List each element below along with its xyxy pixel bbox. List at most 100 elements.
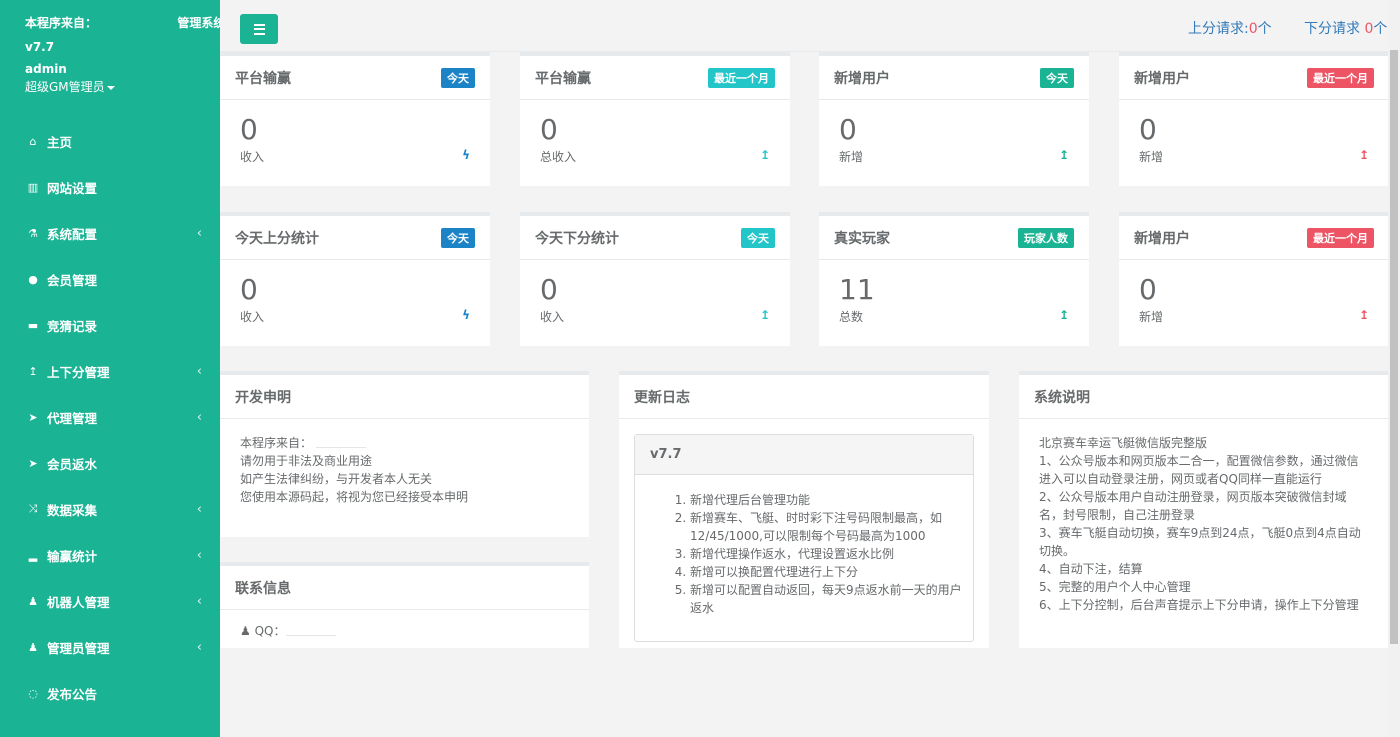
- sidebar-item-0[interactable]: ⌂ 主页: [0, 118, 220, 164]
- stat-title-bar: 今天下分统计 今天: [520, 216, 790, 260]
- sidebar-nav: ⌂ 主页 ▥ 网站设置 ⚗ 系统配置 ‹ ● 会员管理 ▬ 竞猜记录 ↥ 上下分管理 ‹ ➤ 代理管理 ‹ ➤ 会员…: [0, 118, 220, 716]
- up-request-link[interactable]: 上分请求:0个: [1188, 18, 1272, 38]
- stat-title: 新增用户: [1134, 70, 1190, 87]
- stat-sub-label: 收入: [240, 310, 265, 324]
- panel-title: 联系信息: [235, 580, 291, 597]
- paper-plane-icon: ➤: [28, 410, 38, 424]
- sidebar-item-8[interactable]: ⤨ 数据采集 ‹: [0, 486, 220, 532]
- changelog-panel: 更新日志 v7.7 新增代理后台管理功能新增赛车、飞艇、时时彩下注号码限制最高，…: [619, 371, 989, 648]
- sidebar-item-label: 数据采集: [47, 502, 98, 518]
- stat-title-bar: 新增用户 今天: [819, 56, 1089, 100]
- source-line: 本程序来自： 管理系统: [25, 14, 225, 32]
- flask-icon: ⚗: [28, 226, 38, 240]
- stat-content: 0 新增 ↥: [1119, 260, 1389, 342]
- changelog-item: 新增代理操作返水，代理设置返水比例: [690, 545, 963, 563]
- stat-card: 新增用户 最近一个月 0 新增 ↥: [1119, 52, 1389, 186]
- panel-title: 更新日志: [634, 389, 690, 406]
- panel-title: 开发申明: [235, 389, 291, 406]
- bars-icon-line: [253, 32, 265, 35]
- stat-title: 平台输赢: [535, 70, 591, 87]
- bars-icon-line: [253, 28, 265, 30]
- level-up-icon: ↥: [28, 364, 38, 378]
- stat-card: 平台输赢 今天 0 收入 ϟ: [220, 52, 490, 186]
- down-request-unit: 个: [1373, 21, 1388, 37]
- dev-notice-line: 您使用本源码起，将视为您已经接受本申明: [240, 490, 469, 504]
- qq-label: QQ：: [254, 624, 286, 638]
- stat-badge: 最近一个月: [1307, 67, 1374, 88]
- down-request-link[interactable]: 下分请求 0个: [1304, 18, 1387, 38]
- redacted-blank: [285, 628, 336, 636]
- stat-card: 新增用户 今天 0 新增 ↥: [819, 52, 1089, 186]
- level-up-icon: ↥: [759, 308, 770, 322]
- stat-badge: 最近一个月: [708, 67, 775, 88]
- stat-content: 11 总数 ↥: [819, 260, 1089, 342]
- bar-chart-icon: ▂: [28, 548, 38, 562]
- sidebar-item-label: 系统配置: [47, 226, 98, 242]
- level-up-icon: ↥: [759, 148, 770, 162]
- sidebar-item-7[interactable]: ➤ 会员返水: [0, 440, 220, 486]
- topbar: 上分请求:0个 下分请求 0个: [220, 0, 1388, 52]
- system-info-panel: 系统说明 北京赛车幸运飞艇微信版完整版 1、公众号版本和网页版本二合一，配置微信参…: [1019, 371, 1388, 648]
- redacted-blank: [315, 440, 366, 448]
- stat-title: 新增用户: [1134, 230, 1190, 247]
- stat-title-bar: 新增用户 最近一个月: [1119, 56, 1389, 100]
- stat-sub-label: 新增: [839, 150, 864, 164]
- username: admin: [25, 62, 67, 76]
- sidebar: 本程序来自： 管理系统 v7.7 admin 超级GM管理员 ⌂ 主页 ▥ 网站设置 ⚗…: [0, 0, 225, 737]
- system-info-line: 4、自动下注，结算: [1039, 562, 1143, 576]
- system-suffix: 管理系统: [177, 16, 226, 30]
- car-icon: ▬: [27, 318, 39, 332]
- source-label: 本程序来自：: [25, 16, 98, 30]
- dev-notice-source: 本程序来自：: [240, 436, 313, 450]
- panel-title: 系统说明: [1034, 389, 1090, 406]
- stat-title-bar: 平台输赢 最近一个月: [520, 56, 790, 100]
- sidebar-item-label: 代理管理: [47, 410, 98, 426]
- stat-content: 0 总收入 ↥: [520, 100, 790, 182]
- stat-value: 0: [1139, 273, 1157, 306]
- system-info-line: 1、公众号版本和网页版本二合一，配置微信参数，通过微信进入可以自动登录注册，网页…: [1039, 454, 1359, 486]
- sidebar-item-1[interactable]: ▥ 网站设置: [0, 164, 220, 210]
- sidebar-item-3[interactable]: ● 会员管理: [0, 256, 220, 302]
- chevron-left-icon: ‹: [196, 409, 202, 425]
- columns-icon: ▥: [27, 180, 39, 194]
- page-scrollbar[interactable]: [1388, 0, 1400, 737]
- sidebar-item-11[interactable]: ♟ 管理员管理 ‹: [0, 624, 220, 670]
- chevron-left-icon: ‹: [196, 363, 202, 379]
- stat-title: 今天下分统计: [535, 230, 619, 247]
- random-icon: ⤨: [28, 502, 38, 515]
- sidebar-item-6[interactable]: ➤ 代理管理 ‹: [0, 394, 220, 440]
- changelog-item: 新增可以换配置代理进行上下分: [690, 563, 963, 581]
- home-icon: ⌂: [29, 134, 37, 148]
- sidebar-item-label: 管理员管理: [47, 640, 110, 656]
- stat-value: 0: [540, 273, 558, 306]
- dev-notice-line: 如产生法律纠纷，与开发者本人无关: [240, 472, 433, 486]
- stat-value: 0: [240, 113, 258, 146]
- panel-title-bar: 联系信息: [220, 566, 589, 610]
- sidebar-item-10[interactable]: ♟ 机器人管理 ‹: [0, 578, 220, 624]
- up-request-unit: 个: [1257, 21, 1272, 37]
- menu-toggle-button[interactable]: [240, 14, 278, 44]
- sidebar-item-4[interactable]: ▬ 竞猜记录: [0, 302, 220, 348]
- sidebar-item-label: 主页: [47, 134, 73, 150]
- stat-sub-label: 总收入: [540, 150, 577, 164]
- male-icon: ♟: [28, 594, 38, 608]
- contact-panel: 联系信息 ♟ QQ：: [220, 562, 589, 648]
- user-icon: ●: [28, 272, 38, 286]
- stat-title: 新增用户: [834, 70, 890, 87]
- scrollbar-thumb[interactable]: [1390, 50, 1398, 644]
- dev-notice-line: 本程序来自：: [240, 434, 569, 452]
- sidebar-item-label: 会员返水: [47, 456, 98, 472]
- stat-content: 0 新增 ↥: [1119, 100, 1389, 182]
- stat-title-bar: 今天上分统计 今天: [220, 216, 490, 260]
- sidebar-item-5[interactable]: ↥ 上下分管理 ‹: [0, 348, 220, 394]
- stat-card: 新增用户 最近一个月 0 新增 ↥: [1119, 212, 1389, 346]
- dev-notice-line: 请勿用于非法及商业用途: [240, 454, 373, 468]
- comment-icon: ◌: [28, 686, 38, 700]
- sidebar-item-9[interactable]: ▂ 输赢统计 ‹: [0, 532, 220, 578]
- chevron-left-icon: ‹: [196, 639, 202, 655]
- role-dropdown[interactable]: 超级GM管理员: [25, 78, 220, 96]
- sidebar-item-2[interactable]: ⚗ 系统配置 ‹: [0, 210, 220, 256]
- level-up-icon: ↥: [1058, 148, 1069, 162]
- sidebar-item-12[interactable]: ◌ 发布公告: [0, 670, 220, 716]
- changelog-item: 新增可以配置自动返回，每天9点返水前一天的用户返水: [690, 581, 963, 617]
